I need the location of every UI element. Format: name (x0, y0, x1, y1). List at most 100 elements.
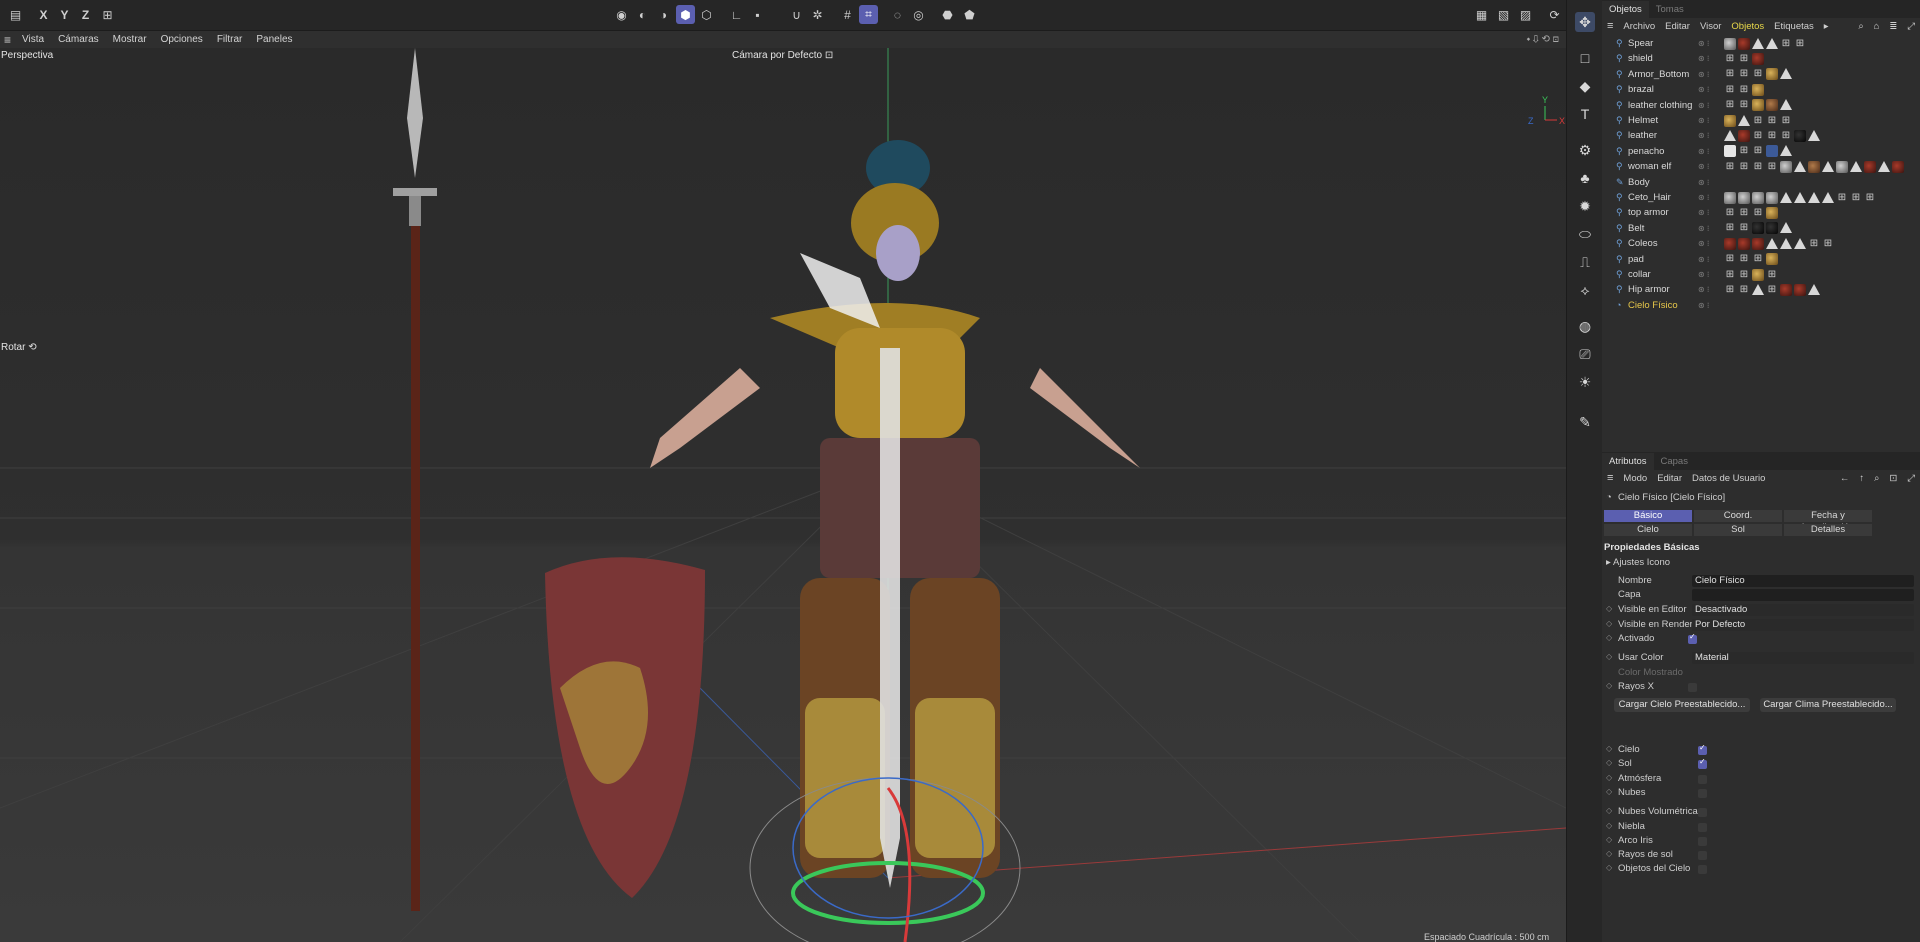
object-name[interactable]: Cielo Físico (1628, 300, 1678, 311)
menu-archivo[interactable]: Archivo (1618, 21, 1660, 32)
visibility-toggle-icon[interactable]: ⊛ ⁝ (1698, 116, 1709, 125)
keyframe-diamond-icon[interactable]: ◇ (1606, 863, 1612, 872)
uvw-tag-icon[interactable]: ⊞ (1780, 115, 1792, 127)
uvw-tag-icon[interactable]: ⊞ (1738, 253, 1750, 265)
uvw-tag-icon[interactable]: ⊞ (1724, 53, 1736, 65)
move-tool-icon[interactable]: ✥ (1575, 12, 1595, 32)
material-tag-icon[interactable] (1766, 145, 1778, 158)
phong-tag-icon[interactable] (1822, 191, 1834, 203)
uvw-tag-icon[interactable]: ⊞ (1724, 84, 1736, 96)
uvw-tag-icon[interactable]: ⊞ (1780, 38, 1792, 50)
object-name[interactable]: collar (1628, 269, 1651, 280)
visibility-toggle-icon[interactable]: ⊛ ⁝ (1698, 54, 1709, 63)
z-axis-toggle[interactable]: Z (76, 5, 95, 24)
uvw-tag-icon[interactable]: ⊞ (1738, 269, 1750, 281)
new-panel-icon[interactable]: ⤢ (1902, 473, 1920, 484)
object-row[interactable]: ⚲ Spear ⊛ ⁝ ⊞ ⊞ (1602, 36, 1920, 51)
viewport-camera-label[interactable]: Cámara por Defecto ⊡ (732, 50, 833, 61)
object-row[interactable]: ⚲ Belt ⊛ ⁝ ⊞ ⊞ (1602, 221, 1920, 236)
phong-tag-icon[interactable] (1808, 129, 1820, 141)
objects-hamburger-icon[interactable]: ≡ (1602, 20, 1618, 32)
capa-field[interactable] (1692, 589, 1914, 601)
viewport-projection-label[interactable]: Perspectiva (1, 50, 53, 61)
keyframe-diamond-icon[interactable]: ◇ (1606, 806, 1612, 815)
uvw-tag-icon[interactable]: ⊞ (1766, 269, 1778, 281)
menu-more-icon[interactable]: ▸ (1819, 21, 1834, 32)
object-row[interactable]: ⚲ Coleos ⊛ ⁝ ⊞ ⊞ (1602, 236, 1920, 251)
uvw-tag-icon[interactable]: ⊞ (1780, 130, 1792, 142)
edit-render-settings-icon[interactable]: ▨ (1516, 5, 1535, 24)
material-tag-icon[interactable] (1752, 222, 1764, 235)
tab-objetos[interactable]: Objetos (1602, 1, 1649, 18)
material-tag-icon[interactable] (1724, 37, 1736, 50)
uvw-tag-icon[interactable]: ⊞ (1738, 222, 1750, 234)
uvw-tag-icon[interactable]: ⊞ (1836, 192, 1848, 204)
object-row[interactable]: ⚲ leather clothing ⊛ ⁝ ⊞ ⊞ (1602, 98, 1920, 113)
material-tag-icon[interactable] (1752, 52, 1764, 65)
environment-icon[interactable]: ◍ (1575, 316, 1595, 336)
seg-sol[interactable]: Sol (1694, 524, 1782, 536)
uvw-tag-icon[interactable]: ⊞ (1724, 253, 1736, 265)
object-row[interactable]: ⚲ top armor ⊛ ⁝ ⊞ ⊞ ⊞ (1602, 205, 1920, 220)
visibility-toggle-icon[interactable]: ⊛ ⁝ (1698, 178, 1709, 187)
sky-component-checkbox[interactable] (1698, 775, 1707, 784)
phong-tag-icon[interactable] (1780, 68, 1792, 80)
render-view-icon[interactable]: ▦ (1472, 5, 1491, 24)
phong-tag-icon[interactable] (1878, 160, 1890, 172)
phong-tag-icon[interactable] (1752, 37, 1764, 49)
coordinate-system-icon[interactable]: ⊞ (98, 5, 117, 24)
uvw-tag-icon[interactable]: ⊞ (1738, 161, 1750, 173)
object-row[interactable]: ⚲ Helmet ⊛ ⁝ ⊞ ⊞ ⊞ (1602, 113, 1920, 128)
visibility-toggle-icon[interactable]: ⊛ ⁝ (1698, 101, 1709, 110)
sky-component-checkbox[interactable] (1698, 808, 1707, 817)
uvw-tag-icon[interactable]: ⊞ (1822, 238, 1834, 250)
uvw-tag-icon[interactable]: ⊞ (1752, 207, 1764, 219)
object-name[interactable]: Armor_Bottom (1628, 69, 1689, 80)
object-row[interactable]: ◔ Cielo Físico ⊛ ⁝ (1602, 298, 1920, 313)
material-tag-icon[interactable] (1738, 129, 1750, 142)
visibility-toggle-icon[interactable]: ⊛ ⁝ (1698, 85, 1709, 94)
uvw-tag-icon[interactable]: ⊞ (1738, 99, 1750, 111)
phong-tag-icon[interactable] (1794, 237, 1806, 249)
object-list[interactable]: ⚲ Spear ⊛ ⁝ ⊞ ⊞ ⚲ shield ⊛ ⁝ ⊞ ⊞ ⚲ Armor_Bottom ⊛ ⁝ ⊞… (1602, 36, 1920, 446)
material-tag-icon[interactable] (1752, 99, 1764, 112)
uvw-tag-icon[interactable]: ⊞ (1724, 161, 1736, 173)
uvw-tag-icon[interactable]: ⊞ (1724, 284, 1736, 296)
attr-search-icon[interactable]: ⌕ (1869, 473, 1884, 484)
object-row[interactable]: ⚲ shield ⊛ ⁝ ⊞ ⊞ (1602, 51, 1920, 66)
menu-mostrar[interactable]: Mostrar (106, 34, 154, 45)
menu-camaras[interactable]: Cámaras (51, 34, 106, 45)
material-tag-icon[interactable] (1794, 283, 1806, 296)
material-tag-icon[interactable] (1738, 191, 1750, 204)
subsection-ajustes-icono[interactable]: ▸ Ajustes Icono (1602, 557, 1920, 570)
object-row[interactable]: ⚲ penacho ⊛ ⁝ ⊞ ⊞ (1602, 144, 1920, 159)
render-settings-icon[interactable]: ⬣ (938, 5, 957, 24)
menu-datos-usuario[interactable]: Datos de Usuario (1687, 473, 1770, 484)
settings-snap-icon[interactable]: ✲ (808, 5, 827, 24)
menu-filtrar[interactable]: Filtrar (210, 34, 250, 45)
up-arrow-icon[interactable]: ↑ (1854, 473, 1869, 484)
object-name[interactable]: woman elf (1628, 161, 1671, 172)
uvw-tag-icon[interactable]: ⊞ (1752, 161, 1764, 173)
visibility-toggle-icon[interactable]: ⊛ ⁝ (1698, 131, 1709, 140)
sky-component-checkbox[interactable] (1698, 757, 1707, 769)
menu-etiquetas[interactable]: Etiquetas (1769, 21, 1819, 32)
keyframe-diamond-icon[interactable]: ◇ (1606, 758, 1612, 767)
object-name[interactable]: leather (1628, 130, 1657, 141)
visibility-toggle-icon[interactable]: ⊛ ⁝ (1698, 208, 1709, 217)
uvw-tag-icon[interactable]: ⊞ (1864, 192, 1876, 204)
material-tag-icon[interactable] (1892, 160, 1904, 173)
phong-tag-icon[interactable] (1822, 160, 1834, 172)
visibility-toggle-icon[interactable]: ⊛ ⁝ (1698, 162, 1709, 171)
uvw-tag-icon[interactable]: ⊞ (1752, 130, 1764, 142)
object-row[interactable]: ⚲ leather ⊛ ⁝ ⊞ ⊞ ⊞ (1602, 128, 1920, 143)
object-name[interactable]: brazal (1628, 84, 1654, 95)
phong-tag-icon[interactable] (1850, 160, 1862, 172)
object-row[interactable]: ⚲ woman elf ⊛ ⁝ ⊞ ⊞ ⊞ ⊞ (1602, 159, 1920, 174)
visibility-toggle-icon[interactable]: ⊛ ⁝ (1698, 147, 1709, 156)
nombre-field[interactable]: Cielo Físico (1692, 575, 1914, 587)
grid-icon[interactable]: # (838, 5, 857, 24)
visibility-toggle-icon[interactable]: ⊛ ⁝ (1698, 285, 1709, 294)
uvw-tag-icon[interactable]: ⊞ (1752, 115, 1764, 127)
edit-tool-icon[interactable]: ✎ (1575, 412, 1595, 432)
